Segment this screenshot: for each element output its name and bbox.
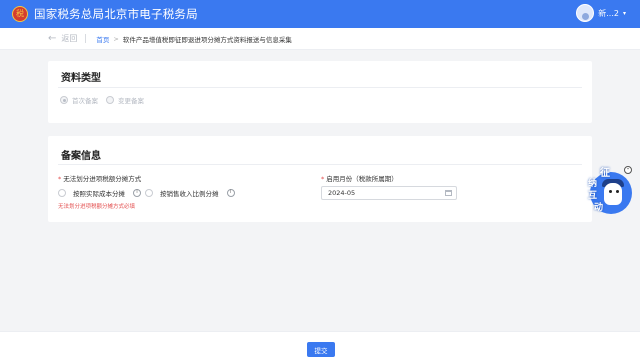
radio-button[interactable] bbox=[60, 96, 68, 104]
radio-button[interactable] bbox=[145, 189, 153, 197]
radio-label: 按销售收入比例分摊 bbox=[160, 190, 219, 198]
widget-char: 动 bbox=[594, 203, 604, 213]
site-title: 国家税务总局北京市电子税务局 bbox=[34, 7, 198, 21]
footer-bar: 提交 bbox=[0, 331, 640, 363]
mascot-eye bbox=[609, 190, 612, 193]
radio-label: 变更备案 bbox=[118, 97, 144, 105]
user-name[interactable]: 新...2 bbox=[598, 8, 619, 19]
mascot-icon bbox=[604, 183, 622, 205]
radio-change-filing[interactable]: 变更备案 bbox=[106, 95, 144, 105]
widget-minimize-button[interactable]: - bbox=[624, 166, 632, 174]
section-title: 资料类型 bbox=[61, 73, 101, 84]
info-icon[interactable]: i bbox=[133, 189, 141, 197]
start-month-label: * 启用月份（税款所属期） bbox=[321, 173, 398, 183]
chevron-down-icon[interactable]: ▾ bbox=[623, 10, 626, 17]
avatar[interactable] bbox=[576, 4, 595, 22]
section-title: 备案信息 bbox=[61, 151, 101, 162]
required-mark: * bbox=[58, 175, 62, 183]
radio-button[interactable] bbox=[58, 189, 66, 197]
radio-actual-cost[interactable]: 按照实际成本分摊 i bbox=[58, 188, 141, 198]
tax-interaction-widget[interactable]: 征 纳 互 动 - bbox=[582, 166, 632, 216]
user-menu[interactable]: 新...2 ▾ bbox=[576, 4, 626, 22]
radio-first-filing[interactable]: 首次备案 bbox=[60, 95, 98, 105]
material-type-section: 资料类型 首次备案 变更备案 bbox=[48, 61, 592, 123]
radio-label: 首次备案 bbox=[72, 97, 98, 105]
required-mark: * bbox=[321, 175, 325, 183]
breadcrumb-home-link[interactable]: 首页 bbox=[96, 34, 109, 44]
info-icon[interactable]: i bbox=[226, 189, 235, 197]
field-label-text: 启用月份（税款所属期） bbox=[326, 175, 398, 183]
widget-char: 纳 bbox=[588, 179, 598, 189]
radio-button[interactable] bbox=[106, 96, 114, 104]
user-icon bbox=[581, 13, 589, 20]
divider bbox=[58, 164, 582, 165]
field-label-text: 无法划分进项税额分摊方式 bbox=[63, 175, 142, 183]
allocation-method-label: * 无法划分进项税额分摊方式 bbox=[58, 173, 141, 183]
filing-info-section: 备案信息 * 无法划分进项税额分摊方式 按照实际成本分摊 i 按销售收入比例分摊 … bbox=[48, 136, 592, 222]
radio-sales-ratio[interactable]: 按销售收入比例分摊 i bbox=[145, 188, 235, 198]
date-value: 2024-05 bbox=[328, 189, 356, 197]
top-header: 税 国家税务总局北京市电子税务局 新...2 ▾ bbox=[0, 0, 640, 28]
breadcrumb-bar: ← 返回 首页 > 软件产品增值税即征即退进项分摊方式资料报送与信息采集 bbox=[0, 28, 640, 50]
start-month-picker[interactable]: 2024-05 bbox=[321, 186, 457, 200]
divider bbox=[58, 87, 582, 88]
breadcrumb-current-page: 软件产品增值税即征即退进项分摊方式资料报送与信息采集 bbox=[122, 35, 292, 44]
calendar-icon[interactable] bbox=[445, 190, 452, 196]
widget-char: 征 bbox=[600, 168, 610, 179]
back-label[interactable]: 返回 bbox=[61, 33, 77, 44]
submit-button[interactable]: 提交 bbox=[307, 342, 335, 357]
breadcrumb-separator: > bbox=[113, 34, 119, 43]
radio-label: 按照实际成本分摊 bbox=[73, 190, 125, 198]
validation-error: 无法划分进项税额分摊方式必填 bbox=[58, 204, 136, 210]
widget-char: 互 bbox=[588, 191, 598, 201]
divider bbox=[85, 34, 87, 43]
back-button[interactable]: ← 返回 bbox=[48, 33, 77, 44]
tax-emblem-icon: 税 bbox=[12, 6, 28, 22]
mascot-eye bbox=[616, 190, 619, 193]
arrow-left-icon[interactable]: ← bbox=[48, 33, 56, 44]
